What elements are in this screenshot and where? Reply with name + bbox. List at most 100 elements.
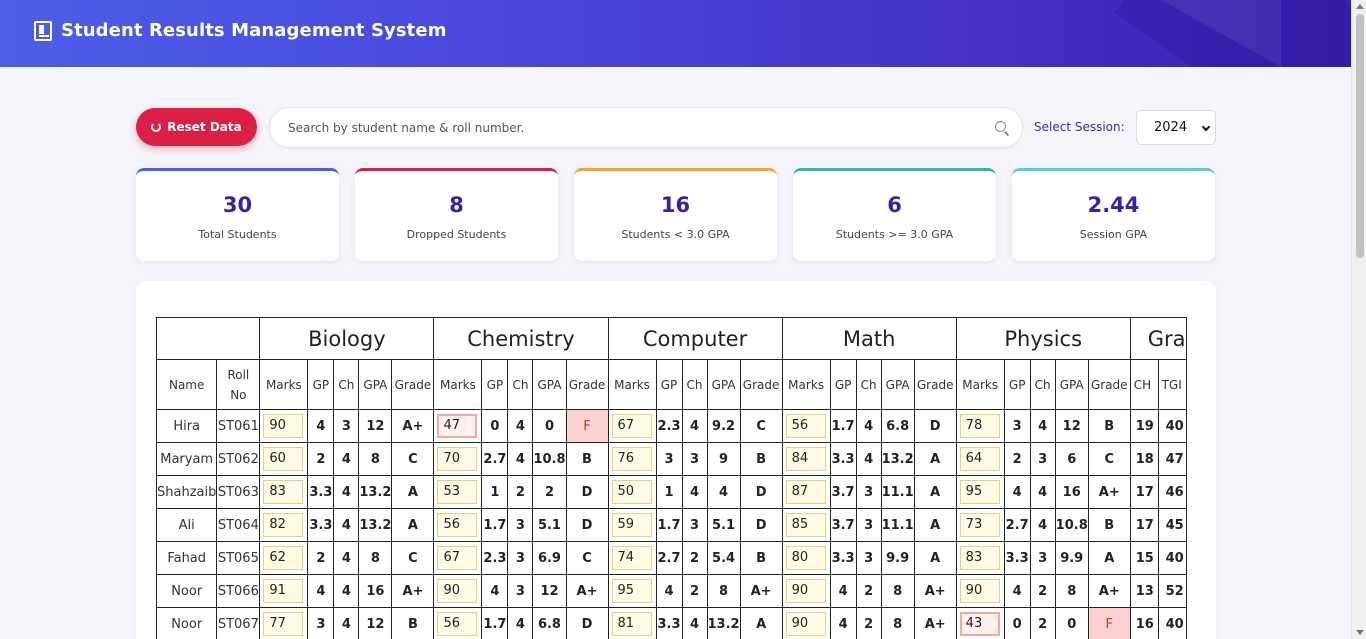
marks-input[interactable]: 59 bbox=[611, 513, 652, 537]
stat-card-above-3-gpa: 6 Students >= 3.0 GPA bbox=[793, 168, 996, 261]
marks-input[interactable]: 78 bbox=[959, 414, 1000, 438]
credit-hours: 3 bbox=[1029, 442, 1056, 476]
scroll-up-arrow-icon[interactable] bbox=[1356, 4, 1364, 9]
grade: B bbox=[739, 442, 783, 476]
marks-cell: 95 bbox=[607, 574, 657, 608]
search-box[interactable] bbox=[269, 107, 1023, 148]
grade-point: 4 bbox=[1003, 475, 1031, 509]
gpa-value: 5.1 bbox=[532, 508, 567, 542]
marks-input[interactable]: 60 bbox=[263, 447, 304, 471]
marks-input[interactable]: 47 bbox=[437, 414, 478, 438]
search-input[interactable] bbox=[288, 118, 968, 138]
marks-input[interactable]: 50 bbox=[611, 480, 652, 504]
marks-input[interactable]: 76 bbox=[611, 447, 652, 471]
marks-input[interactable]: 85 bbox=[785, 513, 826, 537]
grade-point: 2.7 bbox=[481, 442, 509, 476]
grade-point: 3.7 bbox=[829, 508, 857, 542]
table-row: Hira ST061 90 4 3 12 A+ 47 0 4 0 F 67 2.3 4 9.2 C 56 1.7 4 6… bbox=[156, 409, 1187, 443]
marks-input[interactable]: 90 bbox=[785, 579, 826, 603]
total-credit-hours: 17 bbox=[1129, 508, 1159, 542]
credit-hours: 2 bbox=[855, 574, 882, 608]
marks-cell: 70 bbox=[433, 442, 483, 476]
marks-input[interactable]: 74 bbox=[611, 546, 652, 570]
marks-cell: 82 bbox=[259, 508, 309, 542]
marks-input[interactable]: 77 bbox=[263, 612, 304, 636]
gpa-value: 10.8 bbox=[1054, 508, 1089, 542]
marks-input[interactable]: 80 bbox=[785, 546, 826, 570]
marks-input[interactable]: 67 bbox=[611, 414, 652, 438]
marks-input[interactable]: 56 bbox=[437, 513, 478, 537]
book-icon bbox=[34, 20, 52, 41]
marks-input[interactable]: 90 bbox=[959, 579, 1000, 603]
grade-point: 4 bbox=[481, 574, 509, 608]
marks-input[interactable]: 95 bbox=[959, 480, 1000, 504]
marks-cell: 50 bbox=[607, 475, 657, 509]
gpa-value: 12 bbox=[358, 607, 393, 639]
marks-cell: 83 bbox=[955, 541, 1005, 575]
credit-hours: 4 bbox=[507, 409, 534, 443]
grade: D bbox=[739, 475, 783, 509]
marks-input[interactable]: 83 bbox=[959, 546, 1000, 570]
column-header-gpa: GPA bbox=[358, 359, 393, 410]
column-header-roll-no: Roll No bbox=[216, 359, 261, 410]
grade: A+ bbox=[391, 574, 435, 608]
results-table: Biology Chemistry Computer Math Physics Gra Na… bbox=[156, 317, 1187, 639]
grade: B bbox=[391, 607, 435, 639]
stat-card-total-students: 30 Total Students bbox=[136, 168, 339, 261]
session-select[interactable]: 2024 bbox=[1136, 110, 1216, 145]
grade-point: 4 bbox=[307, 574, 335, 608]
gpa-value: 5.1 bbox=[706, 508, 741, 542]
credit-hours: 2 bbox=[855, 607, 882, 639]
gpa-value: 12 bbox=[1054, 409, 1089, 443]
marks-input[interactable]: 43 bbox=[959, 612, 1000, 636]
marks-input[interactable]: 84 bbox=[785, 447, 826, 471]
scroll-down-arrow-icon[interactable] bbox=[1356, 630, 1364, 635]
marks-input[interactable]: 90 bbox=[785, 612, 826, 636]
student-name: Noor bbox=[156, 574, 218, 608]
marks-input[interactable]: 56 bbox=[437, 612, 478, 636]
marks-input[interactable]: 70 bbox=[437, 447, 478, 471]
gpa-value: 8 bbox=[706, 574, 741, 608]
total-grade-points: 40 bbox=[1157, 409, 1187, 443]
marks-input[interactable]: 90 bbox=[437, 579, 478, 603]
marks-cell: 67 bbox=[607, 409, 657, 443]
page-scrollbar[interactable] bbox=[1351, 0, 1366, 639]
column-header-marks: Marks bbox=[781, 359, 831, 410]
grade-point: 1.7 bbox=[655, 508, 683, 542]
refresh-icon bbox=[151, 122, 162, 132]
marks-input[interactable]: 91 bbox=[263, 579, 304, 603]
stat-label: Total Students bbox=[198, 228, 277, 241]
app-header: Student Results Management System bbox=[0, 0, 1351, 67]
grade: D bbox=[565, 508, 609, 542]
marks-cell: 64 bbox=[955, 442, 1005, 476]
results-table-scroll[interactable]: Biology Chemistry Computer Math Physics Gra Na… bbox=[156, 317, 1196, 639]
marks-input[interactable]: 53 bbox=[437, 480, 478, 504]
gpa-value: 9.2 bbox=[706, 409, 741, 443]
credit-hours: 4 bbox=[507, 442, 534, 476]
marks-cell: 85 bbox=[781, 508, 831, 542]
grade: B bbox=[1087, 409, 1131, 443]
marks-input[interactable]: 82 bbox=[263, 513, 304, 537]
marks-input[interactable]: 73 bbox=[959, 513, 1000, 537]
marks-input[interactable]: 90 bbox=[263, 414, 304, 438]
marks-input[interactable]: 62 bbox=[263, 546, 304, 570]
marks-input[interactable]: 81 bbox=[611, 612, 652, 636]
marks-input[interactable]: 64 bbox=[959, 447, 1000, 471]
reset-data-label: Reset Data bbox=[167, 120, 242, 134]
grade: F bbox=[565, 409, 609, 443]
credit-hours: 3 bbox=[1029, 541, 1056, 575]
marks-input[interactable]: 87 bbox=[785, 480, 826, 504]
column-header-marks: Marks bbox=[259, 359, 309, 410]
marks-input[interactable]: 67 bbox=[437, 546, 478, 570]
marks-input[interactable]: 83 bbox=[263, 480, 304, 504]
grade: B bbox=[1087, 508, 1131, 542]
search-icon[interactable] bbox=[995, 121, 1006, 132]
grade: A+ bbox=[1087, 475, 1131, 509]
marks-input[interactable]: 95 bbox=[611, 579, 652, 603]
scrollbar-thumb[interactable] bbox=[1356, 14, 1364, 258]
student-name: Fahad bbox=[156, 541, 218, 575]
marks-input[interactable]: 56 bbox=[785, 414, 826, 438]
column-header-gpa: GPA bbox=[1054, 359, 1089, 410]
column-header-grade: Grade bbox=[391, 359, 435, 410]
reset-data-button[interactable]: Reset Data bbox=[136, 108, 257, 146]
